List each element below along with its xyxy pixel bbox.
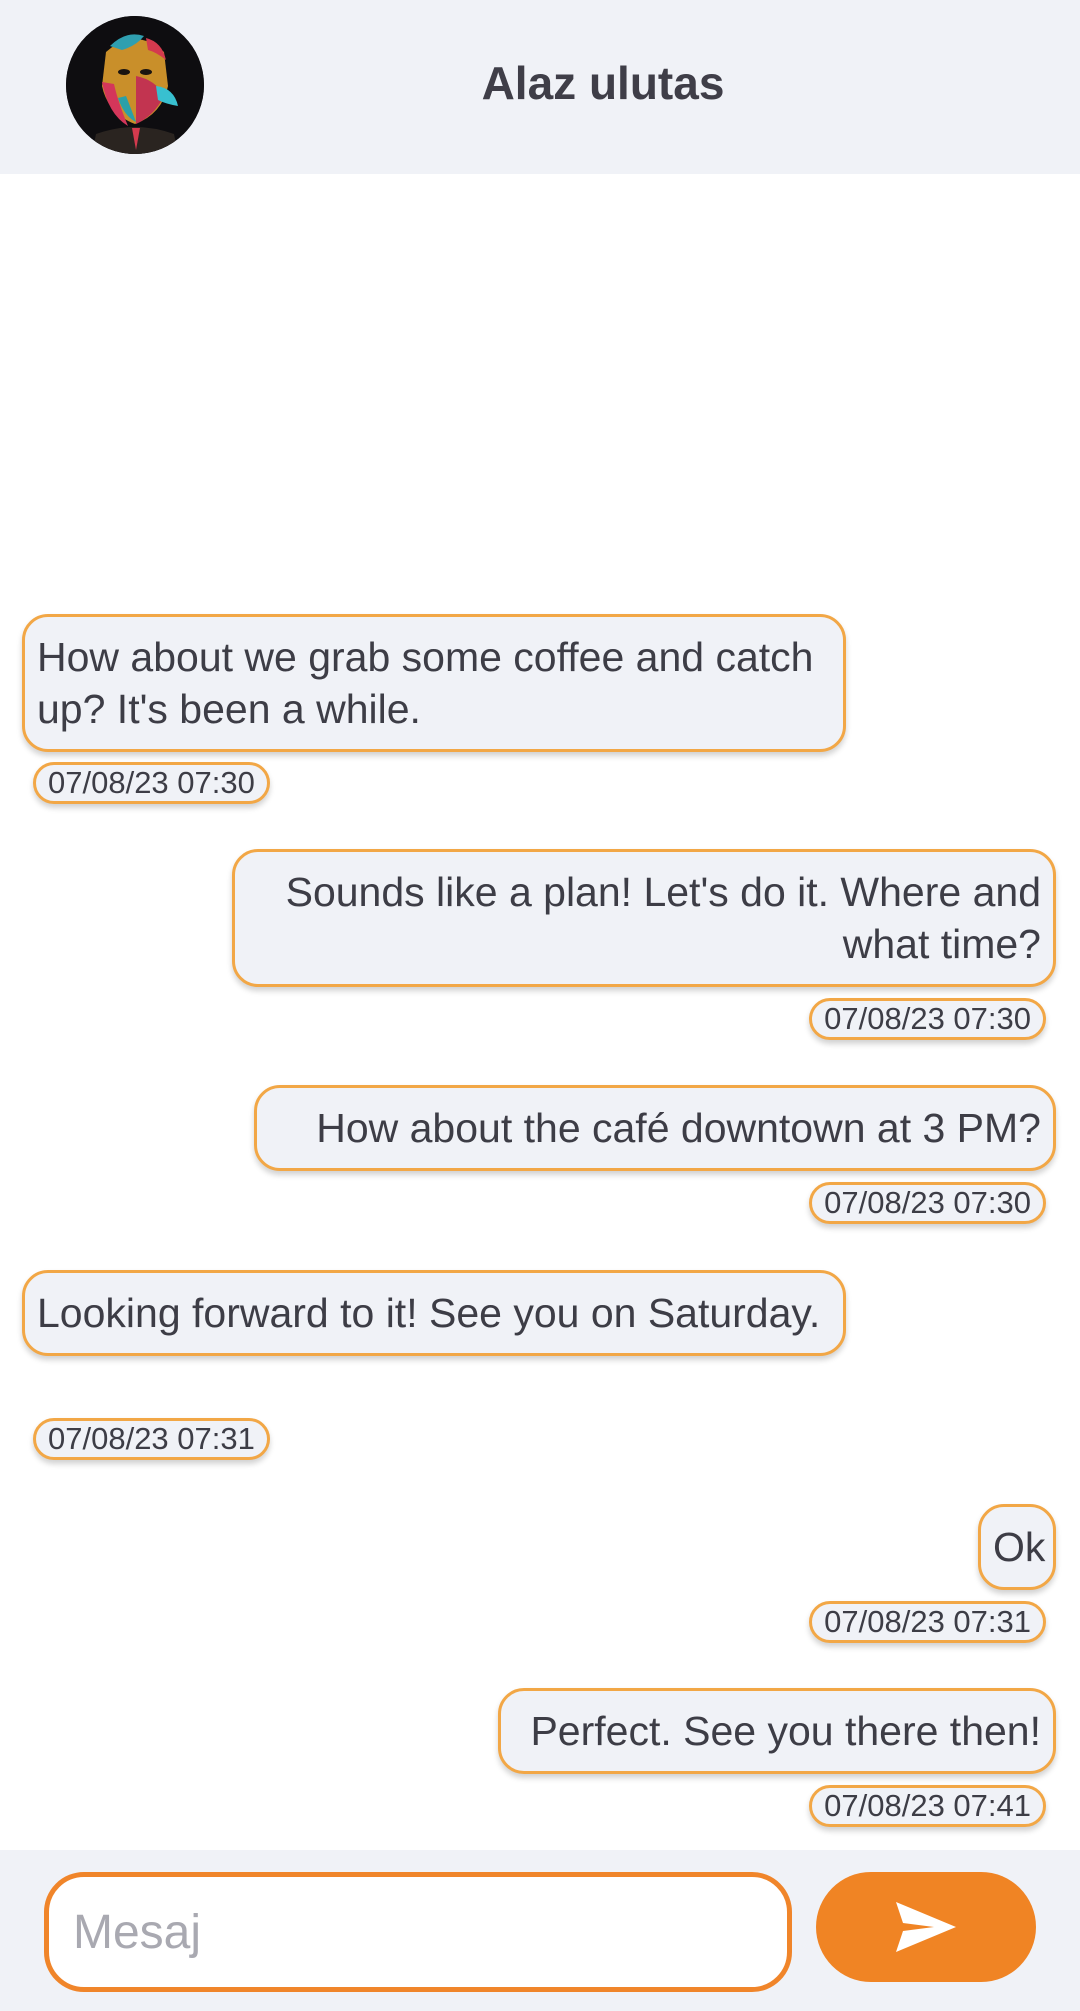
sent-message-bubble[interactable]: Ok (978, 1504, 1056, 1590)
message-timestamp: 07/08/23 07:31 (809, 1601, 1046, 1643)
sent-message-bubble[interactable]: Perfect. See you there then! (498, 1688, 1056, 1774)
sent-message-bubble[interactable]: Sounds like a plan! Let's do it. Where a… (232, 849, 1056, 987)
chat-header: Alaz ulutas (0, 0, 1080, 174)
received-message-bubble[interactable]: How about we grab some coffee and catch … (22, 614, 846, 752)
received-message-bubble[interactable]: Looking forward to it! See you on Saturd… (22, 1270, 846, 1356)
sent-message-bubble[interactable]: How about the café downtown at 3 PM? (254, 1085, 1056, 1171)
message-timestamp: 07/08/23 07:41 (809, 1785, 1046, 1827)
message-input[interactable] (44, 1872, 792, 1992)
message-timestamp: 07/08/23 07:30 (809, 998, 1046, 1040)
message-list[interactable]: How about we grab some coffee and catch … (0, 174, 1080, 1850)
message-timestamp: 07/08/23 07:30 (33, 762, 270, 804)
send-icon (896, 1902, 956, 1952)
message-timestamp: 07/08/23 07:31 (33, 1418, 270, 1460)
message-composer (0, 1850, 1080, 2011)
send-button[interactable] (816, 1872, 1036, 1982)
message-timestamp: 07/08/23 07:30 (809, 1182, 1046, 1224)
contact-name: Alaz ulutas (481, 57, 725, 109)
